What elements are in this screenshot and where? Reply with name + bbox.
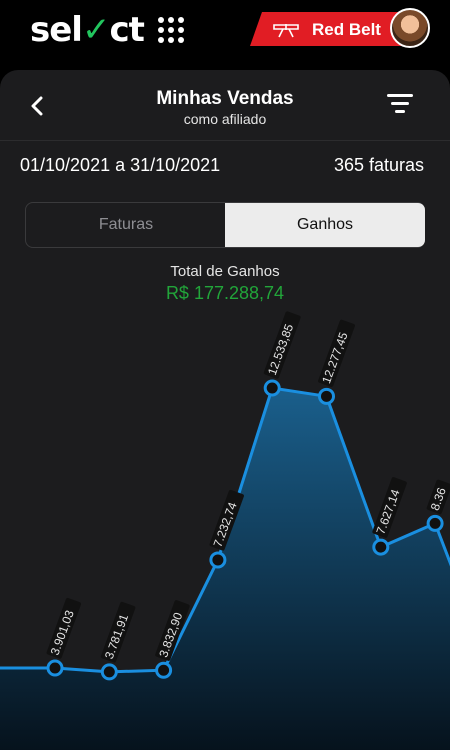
chart-data-label: 12.277,45	[318, 319, 355, 388]
svg-text:12.277,45: 12.277,45	[319, 330, 351, 385]
tab-faturas[interactable]: Faturas	[26, 203, 226, 247]
user-avatar[interactable]	[390, 8, 430, 48]
page-subtitle: como afiliado	[183, 111, 267, 127]
select-logo[interactable]: sel✓ct	[30, 10, 145, 50]
logo-text-end: ct	[109, 10, 144, 50]
total-earnings-label: Total de Ganhos	[170, 263, 280, 280]
svg-text:12.533,85: 12.533,85	[265, 322, 297, 377]
logo-check-mark: ✓	[81, 10, 110, 50]
svg-text:3.781,91: 3.781,91	[102, 612, 131, 661]
grid-icon[interactable]	[158, 17, 184, 43]
svg-text:3.901,03: 3.901,03	[48, 608, 77, 657]
chart-data-label: 7.627,14	[372, 477, 407, 538]
logo-text-start: sel	[30, 10, 83, 50]
chart-point[interactable]	[100, 663, 118, 681]
chart-data-label: 8.36	[426, 479, 450, 515]
chart-data-label: 12.533,85	[263, 311, 301, 379]
chart-point[interactable]	[426, 514, 444, 532]
chart-data-label: 3.901,03	[46, 597, 82, 659]
belt-icon	[273, 24, 299, 38]
header-divider	[0, 140, 450, 141]
chart-point[interactable]	[263, 379, 281, 397]
svg-text:7.627,14: 7.627,14	[373, 487, 402, 536]
chart-point[interactable]	[209, 551, 227, 569]
invoice-count: 365 faturas	[333, 155, 424, 175]
earnings-chart: 3.901,03 3.781,91 3.832,907.232,7412.533,8…	[0, 311, 450, 750]
chart-point[interactable]	[372, 538, 390, 556]
chart-point[interactable]	[155, 661, 173, 679]
page-title: Minhas Vendas	[156, 88, 294, 109]
chart-point[interactable]	[46, 659, 64, 677]
date-range[interactable]: 01/10/2021 a 31/10/2021	[20, 155, 220, 176]
chart-point[interactable]	[318, 387, 335, 405]
view-toggle: Faturas Ganhos	[25, 202, 425, 248]
chart-data-label: 3.781,91	[100, 601, 136, 663]
svg-text:8.36: 8.36	[428, 485, 449, 512]
chart-area-fill	[0, 388, 450, 750]
filter-icon[interactable]	[386, 94, 414, 116]
belt-badge-label: Red Belt	[312, 20, 381, 39]
belt-badge[interactable]: Red Belt	[250, 8, 430, 48]
top-bar: sel✓ct Red Belt	[0, 0, 450, 62]
tab-ganhos[interactable]: Ganhos	[225, 203, 425, 247]
